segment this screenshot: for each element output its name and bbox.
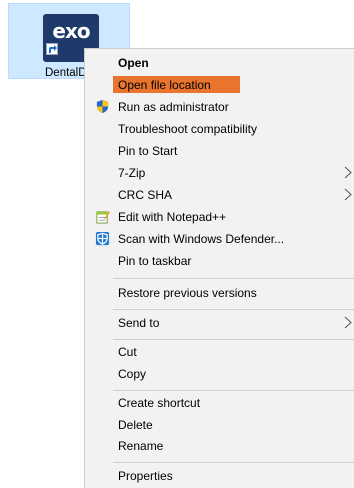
menu-item-label: Send to [118,316,160,330]
menu-item-restore-previous-versions[interactable]: Restore previous versions [85,282,354,304]
menu-item-label: Edit with Notepad++ [118,210,227,224]
shield-icon [96,99,109,114]
menu-item-open[interactable]: Open [85,52,354,74]
menu-item-copy[interactable]: Copy [85,363,354,385]
menu-item-label: Create shortcut [118,396,201,410]
notepad-icon [96,210,110,224]
menu-item-label: Properties [118,469,173,483]
defender-icon [95,231,110,246]
menu-item-label: Restore previous versions [118,286,257,300]
menu-item-label: Cut [118,345,137,359]
chevron-right-icon [344,188,352,201]
menu-item-label: Pin to Start [118,144,178,158]
logo-text: exo [52,19,90,43]
menu-separator [113,309,354,310]
menu-item-label: Open file location [118,78,211,92]
chevron-right-icon [344,316,352,329]
menu-item-label: Pin to taskbar [118,254,192,268]
shortcut-arrow-icon [46,43,58,55]
menu-item-open-file-location[interactable]: Open file location [85,74,354,96]
menu-item-label: Troubleshoot compatibility [118,122,257,136]
menu-separator [113,462,354,463]
menu-item-delete[interactable]: Delete [85,414,354,436]
menu-item-pin-to-start[interactable]: Pin to Start [85,140,354,162]
menu-separator [113,339,354,340]
chevron-right-icon [344,166,352,179]
menu-item-label: Open [118,56,149,70]
menu-item-edit-with-notepad[interactable]: Edit with Notepad++ [85,206,354,228]
menu-item-properties[interactable]: Properties [85,465,354,487]
menu-item-rename[interactable]: Rename [85,435,354,457]
menu-item-7-zip[interactable]: 7-Zip [85,162,354,184]
menu-item-label: CRC SHA [118,188,173,202]
menu-item-create-shortcut[interactable]: Create shortcut [85,392,354,414]
menu-item-crc-sha[interactable]: CRC SHA [85,184,354,206]
menu-separator [113,390,354,391]
menu-item-label: Copy [118,367,147,381]
menu-item-troubleshoot-compatibility[interactable]: Troubleshoot compatibility [85,118,354,140]
context-menu: Open Open file location Run as administr… [84,48,354,488]
menu-item-send-to[interactable]: Send to [85,312,354,334]
menu-item-cut[interactable]: Cut [85,341,354,363]
menu-item-label: Rename [118,439,164,453]
menu-item-pin-to-taskbar[interactable]: Pin to taskbar [85,250,354,272]
menu-item-label: Delete [118,418,153,432]
menu-item-label: Run as administrator [118,100,229,114]
menu-item-scan-with-windows-defender[interactable]: Scan with Windows Defender... [85,228,354,250]
menu-item-label: Scan with Windows Defender... [118,232,285,246]
menu-item-run-as-administrator[interactable]: Run as administrator [85,96,354,118]
menu-separator [113,278,354,279]
menu-item-label: 7-Zip [118,166,146,180]
